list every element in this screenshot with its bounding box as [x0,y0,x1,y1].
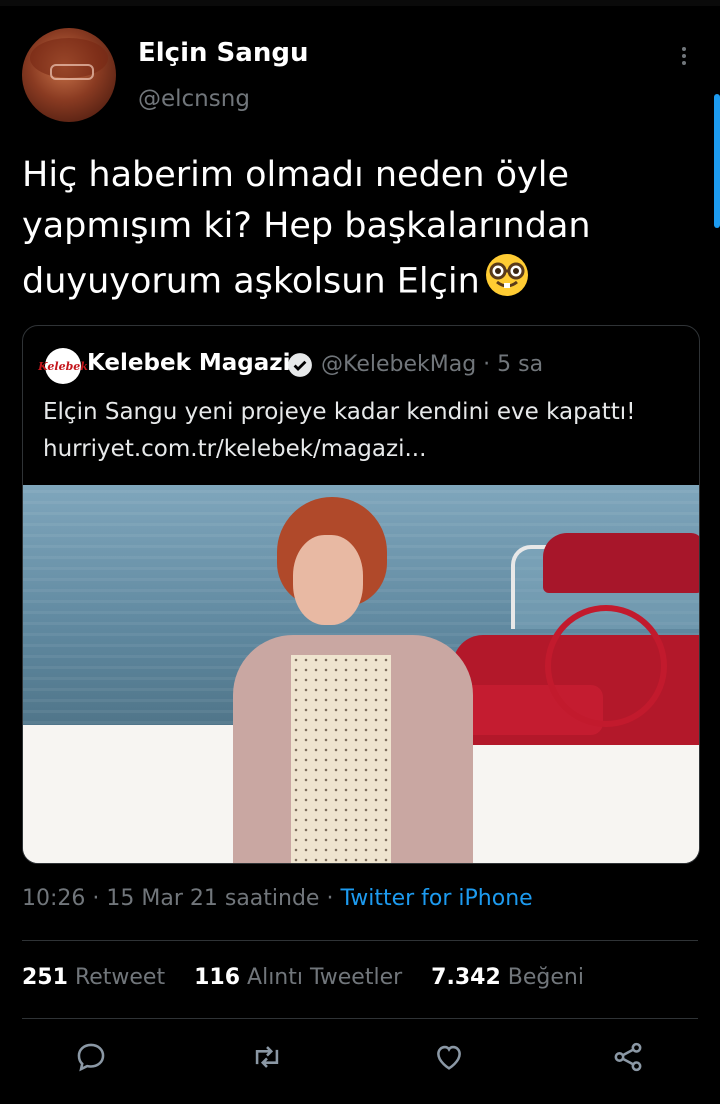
tweet-text-line: Hiç haberim olmadı neden öyle [22,155,570,195]
reply-icon[interactable] [74,1040,108,1074]
quotes-stat[interactable]: 116 Alıntı Tweetler [194,965,402,990]
tweet-meta: 10:26 · 15 Mar 21 saatinde · Twitter for… [22,886,533,911]
nerd-face-emoji-icon [484,252,530,313]
scrollbar[interactable] [714,94,720,228]
quoted-link[interactable]: hurriyet.com.tr/kelebek/magazi... [43,431,683,468]
divider [22,1018,698,1019]
divider [22,940,698,941]
likes-stat[interactable]: 7.342 Beğeni [431,965,584,990]
kelebek-logo-text: Kelebek [38,359,88,373]
photo-woman-shirt [291,655,391,863]
more-options-icon[interactable] [672,44,696,72]
quoted-text: Elçin Sangu yeni projeye kadar kendini e… [43,394,683,468]
quoted-handle-time: @KelebekMag · 5 sa [321,352,544,377]
top-border [0,0,720,6]
photo-car-top [543,533,699,593]
photo-woman-face [293,535,363,625]
like-icon[interactable] [432,1040,466,1074]
author-handle[interactable]: @elcnsng [138,86,250,112]
quoted-author-name: Kelebek Magazin [87,350,307,376]
tweet-source-link[interactable]: Twitter for iPhone [340,886,532,911]
tweet-text: Hiç haberim olmadı neden öyle yapmışım k… [22,150,682,313]
quoted-tweet-card[interactable]: Kelebek Kelebek Magazin @KelebekMag · 5 … [22,325,700,864]
tweet-time-date: 10:26 · 15 Mar 21 saatinde · [22,886,341,911]
tweet-text-line: yapmışım ki? Hep başkalarından [22,206,591,246]
retweets-stat[interactable]: 251 Retweet [22,965,165,990]
tweet-text-line: duyuyorum aşkolsun Elçin [22,252,682,313]
avatar[interactable] [22,28,116,122]
quoted-text-line: Elçin Sangu yeni projeye kadar kendini e… [43,399,636,425]
quoted-photo[interactable] [23,485,699,863]
author-name[interactable]: Elçin Sangu [138,38,308,68]
verified-badge-icon [287,352,313,382]
retweet-icon[interactable] [250,1040,284,1074]
share-icon[interactable] [611,1040,645,1074]
kelebek-logo: Kelebek [38,348,88,384]
avatar-glasses [50,64,94,80]
tweet-stats: 251 Retweet 116 Alıntı Tweetler 7.342 Be… [22,965,606,990]
photo-steering-wheel [545,605,667,727]
